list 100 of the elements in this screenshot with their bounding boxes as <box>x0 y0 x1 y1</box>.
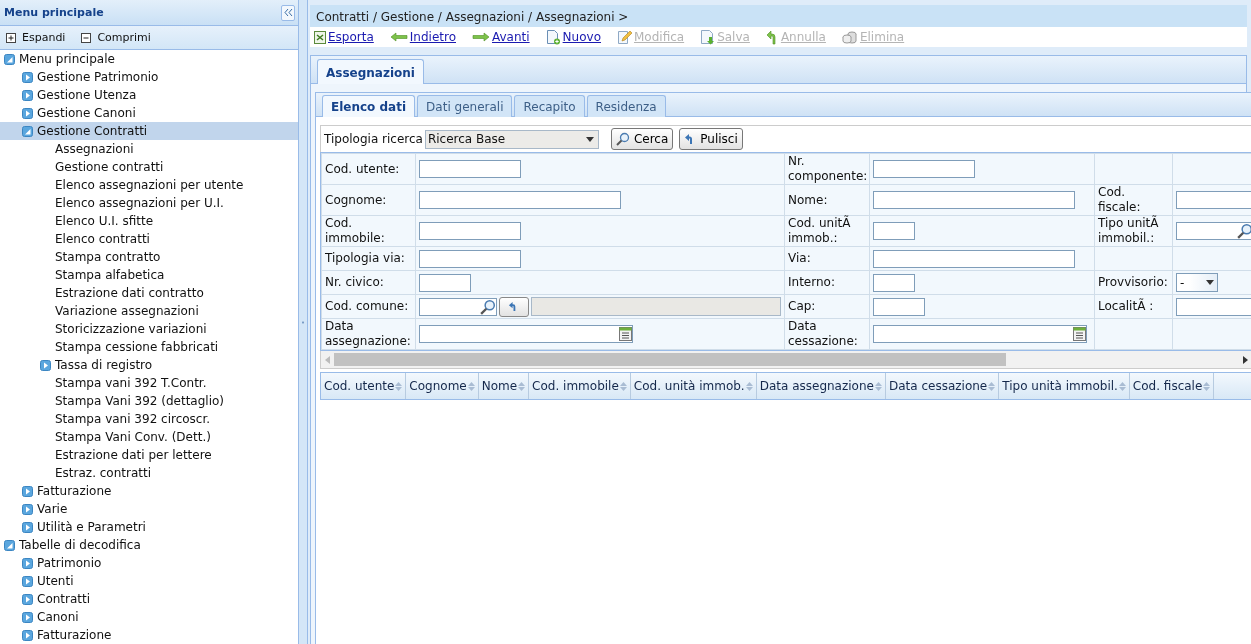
text-field[interactable] <box>419 249 521 268</box>
tree-item[interactable]: Utenti <box>0 572 298 590</box>
action-button[interactable]: Pulisci <box>679 128 743 150</box>
expanded-node-icon <box>4 539 15 551</box>
tree-item[interactable]: Estraz. contratti <box>0 464 298 482</box>
toolbar-link[interactable]: Indietro <box>389 30 456 44</box>
collapse-sidebar-button[interactable] <box>281 4 295 21</box>
scrollbar-thumb[interactable] <box>334 353 1006 366</box>
field-label: Cod. unitÃ immob.: <box>788 216 852 246</box>
sort-icon <box>619 381 627 391</box>
lookup-field[interactable] <box>419 297 497 316</box>
search-type-dropdown[interactable]: Ricerca Base <box>424 129 599 149</box>
tree-item[interactable]: Estrazione dati per lettere <box>0 446 298 464</box>
collapsed-node-icon <box>22 629 33 641</box>
text-field[interactable] <box>873 222 915 240</box>
column-header[interactable]: Cod. utente <box>321 373 407 399</box>
tree-item[interactable]: Elenco assegnazioni per utente <box>0 176 298 194</box>
spreadsheet-icon <box>314 30 326 44</box>
tree-item[interactable]: Tassa di registro <box>0 356 298 374</box>
horizontal-scrollbar[interactable] <box>320 351 1251 369</box>
tree-item[interactable]: Stampa cessione fabbricati <box>0 338 298 356</box>
tree-item[interactable]: Storicizzazione variazioni <box>0 320 298 338</box>
column-header[interactable]: Data assegnazione <box>756 373 886 399</box>
calendar-icon <box>1073 327 1086 341</box>
cylinders-icon <box>841 30 858 44</box>
clear-button[interactable] <box>499 296 529 317</box>
tree-item[interactable]: Elenco contratti <box>0 230 298 248</box>
column-header[interactable]: Cod. immobile <box>529 373 631 399</box>
tree-item[interactable]: Gestione Patrimonio <box>0 68 298 86</box>
tree-item[interactable]: Fatturazione <box>0 482 298 500</box>
tree-item[interactable]: Elenco assegnazioni per U.I. <box>0 194 298 212</box>
field-label: Via: <box>788 251 812 266</box>
tree-item[interactable]: Assegnazioni <box>0 140 298 158</box>
tree-item[interactable]: Fatturazione <box>0 626 298 644</box>
tree-item[interactable]: Variazione assegnazioni <box>0 302 298 320</box>
tree-action-button[interactable]: Comprimi <box>81 31 151 45</box>
splitter-handle[interactable] <box>299 0 308 644</box>
collapsed-node-icon <box>22 485 33 497</box>
tree-item[interactable]: Patrimonio <box>0 554 298 572</box>
text-field[interactable] <box>1176 297 1251 316</box>
toolbar-link[interactable]: Esporta <box>314 30 374 44</box>
tree-item[interactable]: Canoni <box>0 608 298 626</box>
toolbar-link[interactable]: Avanti <box>472 30 530 44</box>
select-field[interactable]: - <box>1176 273 1218 292</box>
tab[interactable]: Assegnazioni <box>317 59 424 85</box>
search-icon <box>1237 223 1251 239</box>
tree-action-button[interactable]: Espandi <box>6 31 66 45</box>
tree-item[interactable]: Stampa Vani 392 (dettaglio) <box>0 392 298 410</box>
text-field[interactable] <box>873 297 925 316</box>
text-field[interactable] <box>873 249 1075 268</box>
column-header[interactable]: Tipo unità immobil. <box>999 373 1130 399</box>
tree-item[interactable]: Gestione Contratti <box>0 122 298 140</box>
tree-item[interactable]: Stampa Vani Conv. (Dett.) <box>0 428 298 446</box>
tree-item[interactable]: Stampa contratto <box>0 248 298 266</box>
tree-item[interactable]: Gestione contratti <box>0 158 298 176</box>
lookup-field[interactable] <box>1176 222 1251 240</box>
column-header[interactable]: Data cessazione <box>885 373 1000 399</box>
tab[interactable]: Elenco dati <box>322 95 416 118</box>
collapsed-node-icon <box>22 593 33 605</box>
date-field[interactable] <box>419 325 633 343</box>
tab[interactable]: Dati generali <box>417 95 513 117</box>
tree-item[interactable]: Tabelle di decodifica <box>0 536 298 554</box>
date-field[interactable] <box>873 325 1087 343</box>
text-field[interactable] <box>419 222 521 240</box>
text-field[interactable] <box>1176 191 1251 209</box>
search-icon <box>480 298 496 315</box>
tree-item[interactable]: Elenco U.I. sfitte <box>0 212 298 230</box>
tree-item[interactable]: Contratti <box>0 590 298 608</box>
square-minus-icon <box>81 32 92 43</box>
toolbar-link[interactable]: Nuovo <box>545 29 601 45</box>
tab[interactable]: Residenza <box>586 95 666 117</box>
tree-item[interactable]: Utilità e Parametri <box>0 518 298 536</box>
text-field[interactable] <box>873 273 915 292</box>
tab[interactable]: Recapito <box>514 95 585 117</box>
tree-item[interactable]: Gestione Canoni <box>0 104 298 122</box>
text-field[interactable] <box>419 273 471 292</box>
column-header[interactable]: Nome <box>478 373 530 399</box>
tree-item[interactable]: Varie <box>0 500 298 518</box>
tree-item[interactable]: Gestione Utenza <box>0 86 298 104</box>
text-field[interactable] <box>873 160 975 178</box>
tree-item[interactable]: Stampa vani 392 T.Contr. <box>0 374 298 392</box>
field-label: Tipologia via: <box>325 251 406 266</box>
column-header[interactable]: Cod. unità immob. <box>630 373 757 399</box>
scroll-left-arrow-icon[interactable] <box>325 355 330 364</box>
scroll-right-arrow-icon[interactable] <box>1243 355 1248 364</box>
column-header[interactable]: Cod. fiscale <box>1129 373 1215 399</box>
search-icon <box>615 132 630 146</box>
action-button[interactable]: Cerca <box>610 128 674 150</box>
tree-item[interactable]: Stampa alfabetica <box>0 266 298 284</box>
sort-icon <box>745 381 753 391</box>
collapsed-node-icon <box>22 611 33 623</box>
text-field[interactable] <box>419 160 521 178</box>
column-header[interactable]: Cognome <box>406 373 479 399</box>
text-field[interactable] <box>873 191 1075 209</box>
tree-item[interactable]: Menu principale <box>0 50 298 68</box>
sidebar-title: Menu principale <box>4 6 104 20</box>
tree-item[interactable]: Stampa vani 392 circoscr. <box>0 410 298 428</box>
text-field[interactable] <box>419 191 621 209</box>
tree-item[interactable]: Estrazione dati contratto <box>0 284 298 302</box>
field-label: LocalitÃ : <box>1098 299 1155 314</box>
